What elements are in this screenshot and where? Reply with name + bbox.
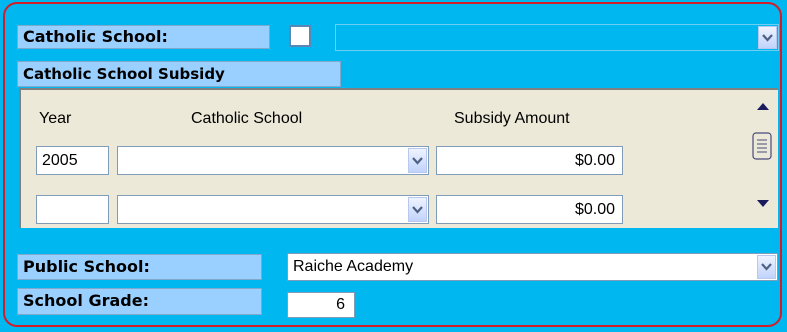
public-school-select[interactable]: Raiche Academy: [287, 253, 778, 281]
chevron-down-icon[interactable]: [758, 26, 777, 49]
subsidy-grid: Year Catholic School Subsidy Amount 2005…: [19, 88, 778, 228]
public-school-value: Raiche Academy: [293, 258, 414, 275]
chevron-down-icon[interactable]: [408, 148, 427, 173]
arrow-up-icon: [757, 103, 769, 110]
catholic-school-select[interactable]: [335, 24, 779, 51]
row1-school-select[interactable]: [117, 146, 429, 175]
subsidy-scrollbar[interactable]: [748, 90, 778, 228]
row2-amount-input[interactable]: $0.00: [436, 195, 623, 224]
chevron-down-icon[interactable]: [408, 197, 427, 222]
arrow-down-icon: [757, 200, 769, 207]
scroll-thumb-icon: [752, 132, 772, 160]
school-grade-label: School Grade:: [17, 288, 262, 315]
column-header-subsidy-amount: Subsidy Amount: [454, 110, 570, 127]
subsidy-section-title: Catholic School Subsidy: [17, 61, 341, 87]
catholic-school-checkbox[interactable]: [289, 25, 311, 47]
chevron-down-icon[interactable]: [757, 255, 776, 279]
row2-school-select[interactable]: [117, 195, 429, 224]
row2-year-input[interactable]: [36, 195, 109, 224]
school-grade-input[interactable]: 6: [287, 292, 355, 318]
column-header-catholic-school: Catholic School: [191, 110, 303, 127]
column-header-year: Year: [39, 110, 72, 127]
row1-amount-input[interactable]: $0.00: [436, 146, 623, 175]
row1-year-input[interactable]: 2005: [36, 146, 109, 175]
catholic-school-label: Catholic School:: [17, 25, 270, 49]
public-school-label: Public School:: [17, 254, 262, 280]
